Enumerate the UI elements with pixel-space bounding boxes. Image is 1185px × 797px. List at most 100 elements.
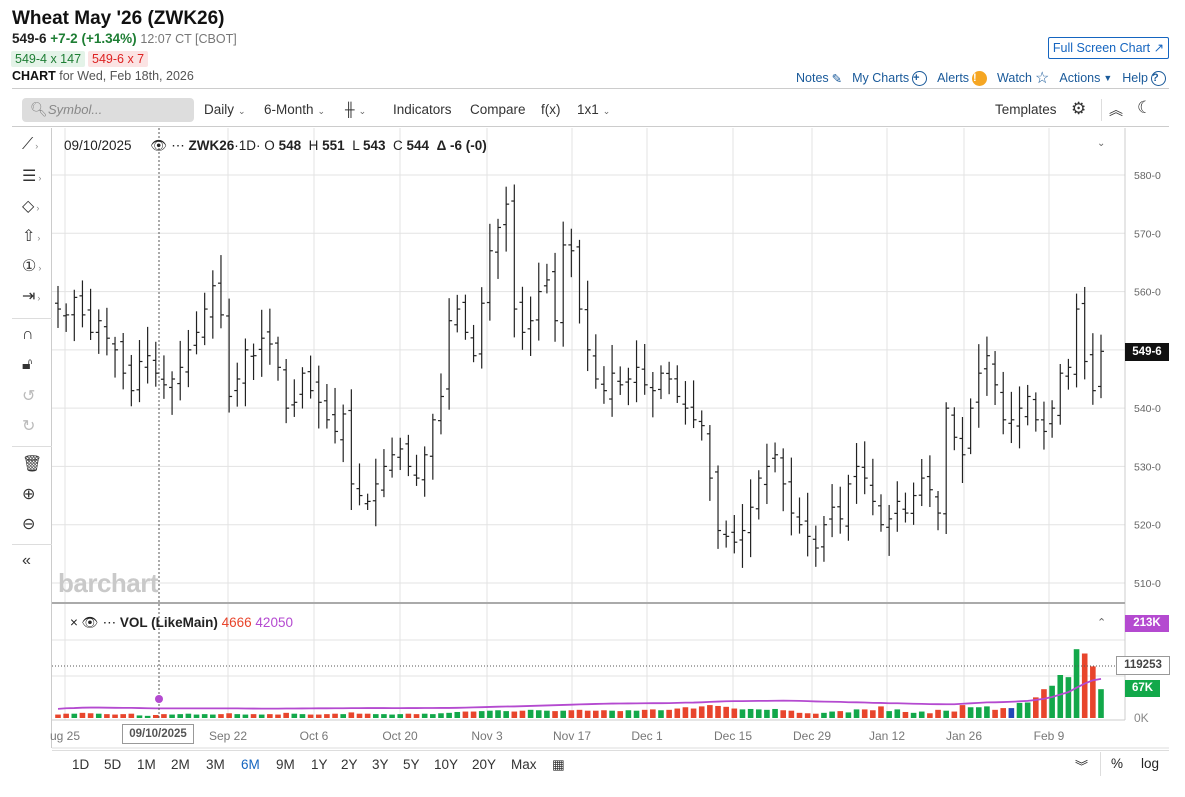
volume-bar [511,711,518,718]
price-tick-label: 570-0 [1134,228,1161,240]
volume-bar [275,714,281,718]
volume-bar [95,713,102,718]
range-1d[interactable]: 1D [72,757,89,772]
volume-bar [503,711,509,718]
volume-bar [698,706,705,718]
volume-bar [902,711,909,718]
range-6m[interactable]: 6M [241,757,260,772]
volume-bar [348,712,355,718]
chevron-down-icon[interactable]: ⌄ [1097,138,1105,149]
open-value: 548 [278,138,302,153]
range-10y[interactable]: 10Y [434,757,458,772]
volume-bar [984,706,990,718]
chevron-up-icon[interactable]: ⌃ [1097,616,1106,629]
volume-bar [927,713,933,718]
volume-bar [144,715,151,718]
volume-bar [104,714,110,718]
volume-bar [1057,675,1064,718]
volume-bar [234,714,241,718]
volume-bar [152,714,159,718]
volume-bar [421,713,428,718]
eye-icon[interactable]: 👁︎ [82,615,99,630]
volume-bar [935,709,941,718]
volume-bar [250,714,257,718]
volume-bar [967,707,974,718]
range-max[interactable]: Max [511,757,537,772]
range-20y[interactable]: 20Y [472,757,496,772]
volume-bar [332,713,338,718]
volume-bar [853,709,860,718]
range-3y[interactable]: 3Y [372,757,389,772]
volume-bar [55,714,61,718]
volume-bar [242,714,249,718]
price-tick-label: 510-0 [1134,578,1161,590]
volume-tag: 67K [1125,680,1160,697]
volume-bar [764,709,770,718]
volume-bar [218,714,224,718]
volume-bar [1016,702,1023,718]
volume-bar [992,709,998,718]
more-icon[interactable]: ⋯ [103,615,117,630]
volume-bar [324,714,330,718]
volume-bar [291,713,298,718]
volume-bar [519,710,526,718]
volume-bar [372,714,379,718]
volume-bar [576,709,583,718]
crosshair-value-tag: 119253 [1116,656,1170,675]
price-chart[interactable]: 580-0570-0560-0550-0540-0530-0520-0510-0… [0,0,1185,797]
volume-bar [462,711,469,718]
low-label: L [352,138,360,153]
barchart-logo: barchart [58,568,159,598]
volume-label: VOL (LikeMain) [119,615,218,630]
expand-down-icon[interactable]: ︾ [1075,756,1088,775]
range-1y[interactable]: 1Y [311,757,328,772]
volume-bar [356,713,363,718]
divider [1100,752,1101,776]
range-5y[interactable]: 5Y [403,757,420,772]
price-tick-label: 580-0 [1134,170,1161,182]
range-3m[interactable]: 3M [206,757,225,772]
volume-bar [1000,708,1007,718]
range-9m[interactable]: 9M [276,757,295,772]
volume-bar [755,709,762,718]
volume-bar [747,708,754,718]
volume-bar [1090,666,1096,718]
eye-icon[interactable]: 👁︎ [150,138,167,153]
more-icon[interactable]: ⋯ [171,138,185,153]
date-tick-label: ug 25 [50,729,80,743]
volume-bar [430,714,436,718]
volume-bar [161,714,167,718]
range-5d[interactable]: 5D [104,757,121,772]
volume-bar [975,707,982,718]
volume-bar [715,705,721,718]
volume-bar [682,707,689,718]
volume-bar [690,708,697,718]
volume-bar [364,713,371,718]
volume-bar [87,713,94,718]
volume-bar [1008,708,1015,718]
volume-bar [658,710,664,718]
volume-bar [389,714,395,718]
close-icon[interactable]: × [70,615,78,630]
calendar-icon[interactable]: ▦ [552,757,565,773]
volume-bar [446,712,452,718]
volume-bar [169,714,175,718]
date-tick-label: Dec 15 [714,729,752,743]
range-2m[interactable]: 2M [171,757,190,772]
volume-bar [128,713,135,718]
percent-scale-button[interactable]: % [1111,756,1123,771]
volume-bar [438,713,444,718]
range-2y[interactable]: 2Y [341,757,358,772]
ohlc-legend: 09/10/2025 👁︎ ⋯ ZWK26·1D· O 548 H 551 L … [64,138,487,154]
volume-bar [560,710,567,718]
price-tick-label: 520-0 [1134,520,1161,532]
high-label: H [308,138,319,153]
range-1m[interactable]: 1M [137,757,156,772]
volume-bar [910,712,917,718]
log-scale-button[interactable]: log [1141,756,1159,771]
volume-bar [544,710,550,718]
volume-tick-label: 0K [1134,711,1149,725]
volume-bar [535,710,542,718]
low-value: 543 [362,138,386,153]
date-tick-label: Dec 1 [631,729,663,743]
